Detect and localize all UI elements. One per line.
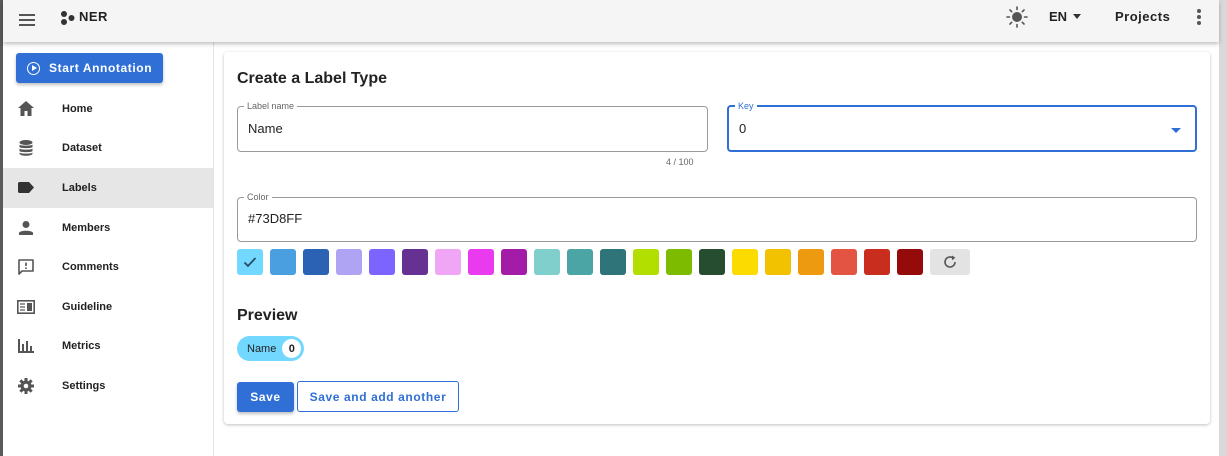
label-name-counter: 4 / 100 <box>666 157 694 167</box>
color-swatch[interactable] <box>666 249 692 275</box>
color-swatch[interactable] <box>237 249 263 275</box>
sidebar-nav: Home Dataset Labels Members Comments Gui… <box>3 89 213 406</box>
projects-button[interactable]: Projects <box>1115 9 1170 24</box>
color-swatch[interactable] <box>369 249 395 275</box>
person-icon <box>17 219 35 237</box>
sidebar-item-labels[interactable]: Labels <box>3 168 213 208</box>
save-and-add-another-button[interactable]: Save and add another <box>297 381 459 412</box>
color-swatch[interactable] <box>567 249 593 275</box>
label-name-legend: Label name <box>244 101 298 111</box>
color-swatches <box>237 249 970 275</box>
sidebar-item-metrics[interactable]: Metrics <box>3 327 213 367</box>
color-swatch[interactable] <box>303 249 329 275</box>
color-swatch[interactable] <box>765 249 791 275</box>
page-title: Create a Label Type <box>237 70 387 87</box>
sidebar-item-members[interactable]: Members <box>3 208 213 248</box>
color-swatch[interactable] <box>897 249 923 275</box>
preview-chip-label: Name <box>247 342 277 355</box>
sidebar-item-settings[interactable]: Settings <box>3 366 213 406</box>
color-swatch[interactable] <box>732 249 758 275</box>
home-icon <box>17 100 35 118</box>
menu-icon[interactable] <box>17 10 39 30</box>
preview-chip: Name 0 <box>237 336 305 361</box>
check-icon <box>243 257 257 268</box>
chart-icon <box>17 337 35 355</box>
color-swatch[interactable] <box>633 249 659 275</box>
sidebar-item-label: Guideline <box>62 300 113 313</box>
random-color-button[interactable] <box>930 249 970 275</box>
color-swatch[interactable] <box>468 249 494 275</box>
window-scrollbar[interactable] <box>1219 0 1227 456</box>
sidebar-item-dataset[interactable]: Dataset <box>3 129 213 169</box>
color-field[interactable]: Color #73D8FF <box>237 192 1197 242</box>
language-label: EN <box>1049 9 1068 24</box>
comment-icon <box>17 258 35 276</box>
key-legend: Key <box>735 101 757 111</box>
label-name-field[interactable]: Label name Name <box>237 101 708 152</box>
database-icon <box>17 139 35 157</box>
key-value: 0 <box>739 121 747 136</box>
color-swatch[interactable] <box>270 249 296 275</box>
color-swatch[interactable] <box>864 249 890 275</box>
theme-toggle-icon[interactable] <box>1006 6 1028 28</box>
more-vert-icon[interactable] <box>1193 8 1205 26</box>
project-logo-icon <box>61 11 75 25</box>
play-circle-icon <box>27 61 40 75</box>
color-swatch[interactable] <box>798 249 824 275</box>
sidebar-item-guideline[interactable]: Guideline <box>3 287 213 327</box>
color-value: #73D8FF <box>248 211 303 226</box>
chevron-down-icon <box>1073 14 1082 19</box>
preview-title: Preview <box>237 307 298 324</box>
preview-chip-key: 0 <box>282 339 302 358</box>
app-title: NER <box>79 9 108 24</box>
color-swatch[interactable] <box>600 249 626 275</box>
sidebar-item-label: Comments <box>62 261 119 274</box>
language-select[interactable]: EN <box>1049 9 1082 24</box>
color-swatch[interactable] <box>501 249 527 275</box>
start-annotation-label: Start Annotation <box>49 61 153 75</box>
label-form-card: Create a Label Type Label name Name 4 / … <box>224 52 1210 424</box>
gear-icon <box>17 377 35 395</box>
app-bar: NER EN Projects <box>3 0 1219 42</box>
refresh-icon <box>944 255 956 268</box>
sidebar-item-label: Labels <box>62 181 97 194</box>
save-button[interactable]: Save <box>237 382 294 412</box>
sidebar-item-label: Dataset <box>62 142 102 155</box>
start-annotation-button[interactable]: Start Annotation <box>16 53 163 83</box>
color-swatch[interactable] <box>336 249 362 275</box>
sidebar-item-label: Metrics <box>62 340 101 353</box>
sidebar-item-comments[interactable]: Comments <box>3 247 213 287</box>
label-icon <box>17 179 35 197</box>
sidebar-item-label: Settings <box>62 379 106 392</box>
color-swatch[interactable] <box>831 249 857 275</box>
color-legend: Color <box>244 192 272 202</box>
book-icon <box>17 298 35 316</box>
color-swatch[interactable] <box>699 249 725 275</box>
sidebar-item-label: Home <box>62 102 93 115</box>
color-swatch[interactable] <box>534 249 560 275</box>
color-swatch[interactable] <box>402 249 428 275</box>
sidebar-item-label: Members <box>62 221 111 234</box>
chevron-down-icon <box>1171 128 1181 133</box>
color-swatch[interactable] <box>435 249 461 275</box>
key-select[interactable]: Key 0 <box>727 101 1197 152</box>
sidebar-item-home[interactable]: Home <box>3 89 213 129</box>
label-name-value: Name <box>248 121 283 136</box>
sidebar: Start Annotation Home Dataset Labels Mem… <box>3 42 214 456</box>
